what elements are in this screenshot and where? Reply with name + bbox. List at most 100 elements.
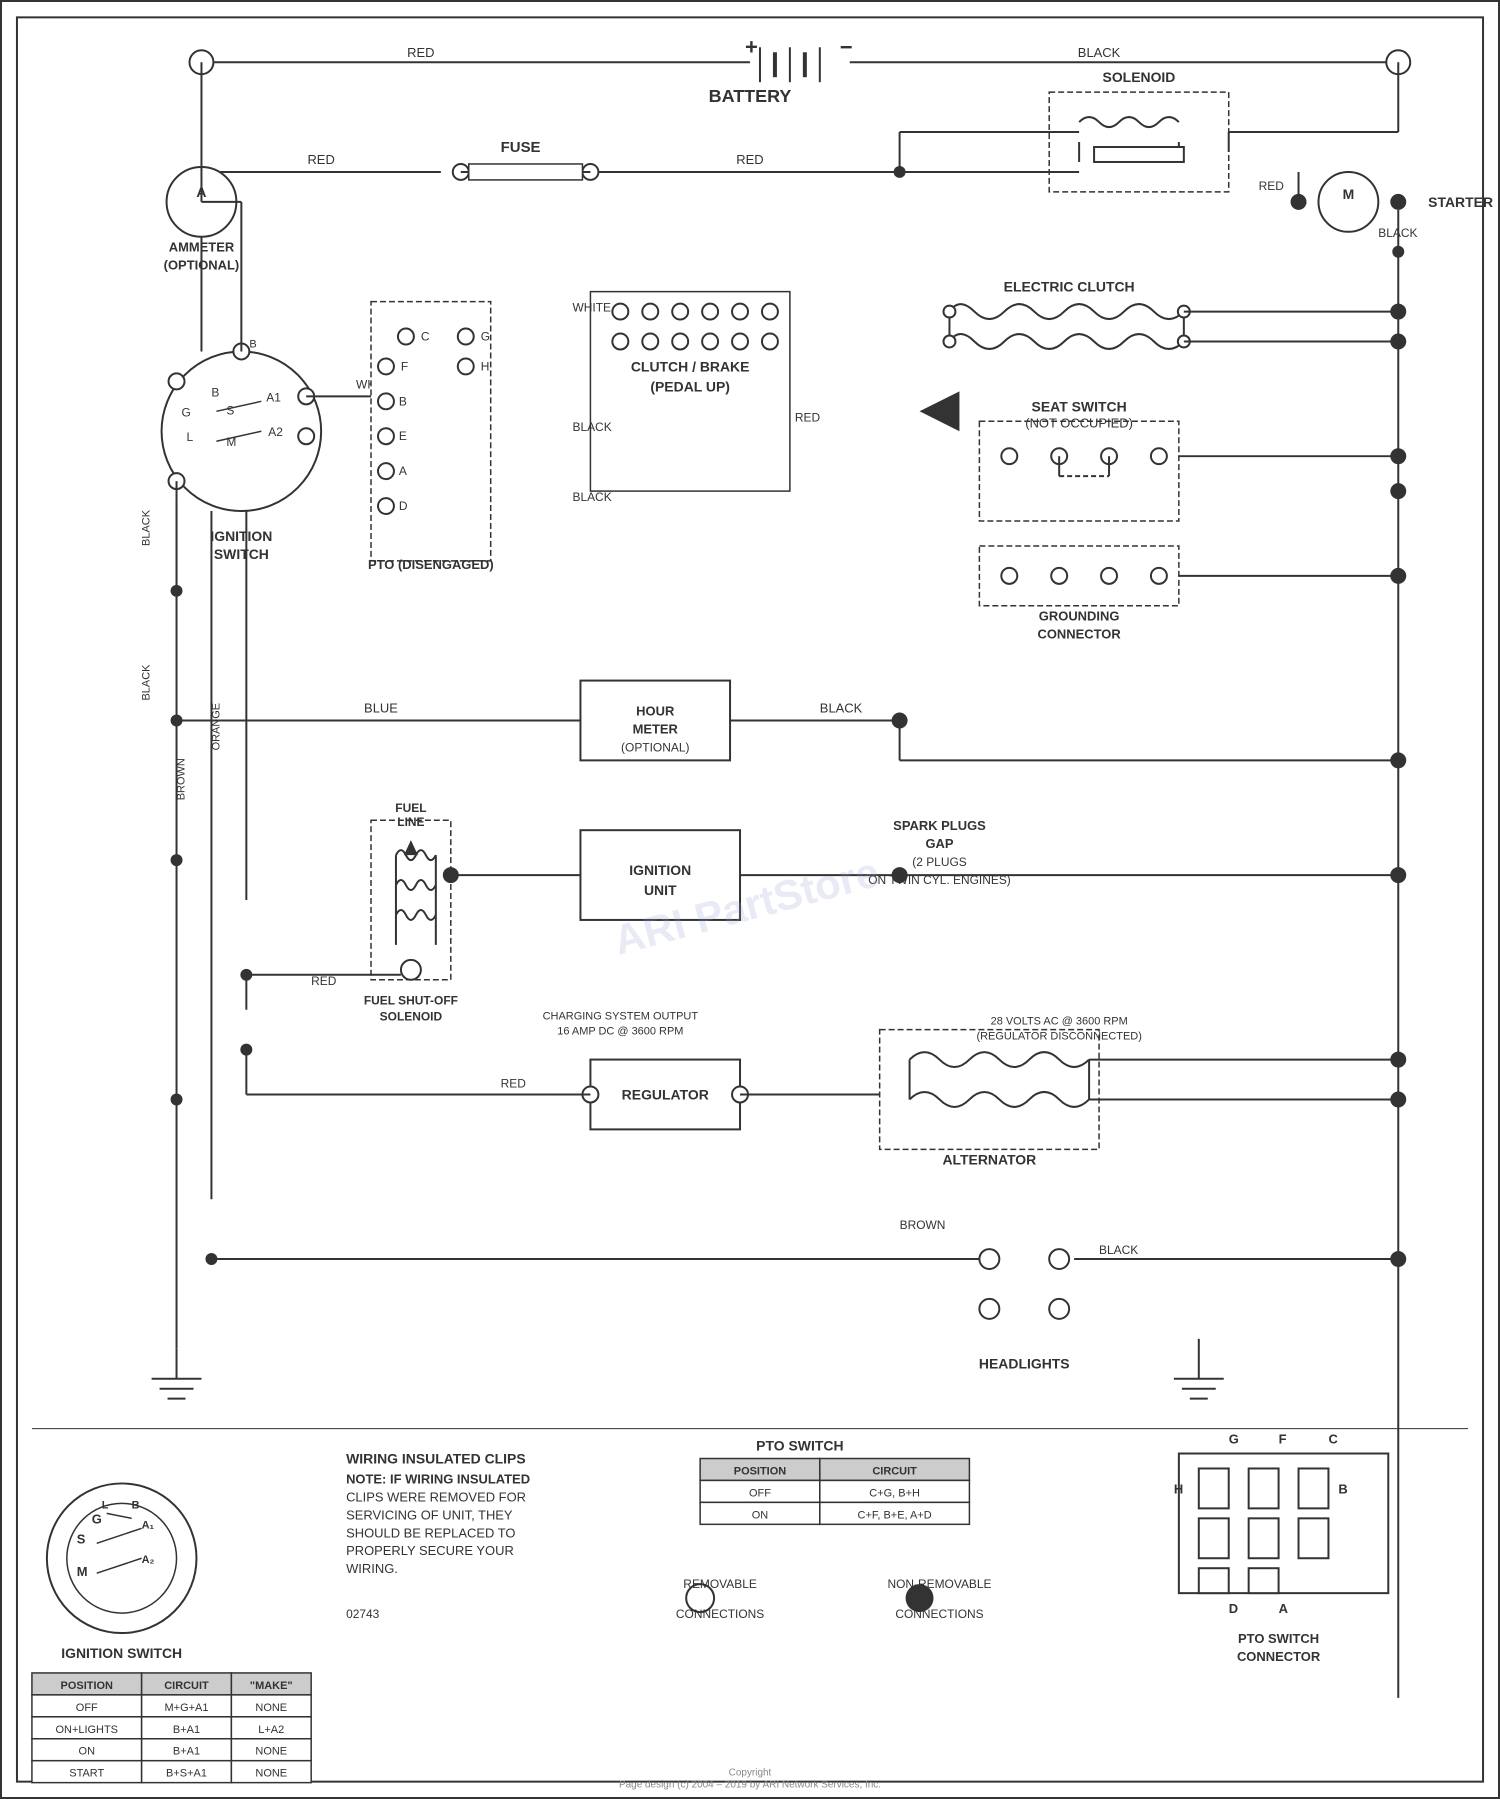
svg-text:Copyright: Copyright	[729, 1768, 772, 1779]
svg-text:STARTER: STARTER	[1428, 194, 1493, 210]
svg-text:GROUNDING: GROUNDING	[1039, 609, 1120, 624]
svg-text:ALTERNATOR: ALTERNATOR	[942, 1151, 1036, 1167]
svg-text:"MAKE": "MAKE"	[250, 1680, 293, 1692]
svg-text:CONNECTIONS: CONNECTIONS	[676, 1607, 764, 1621]
svg-text:B+S+A1: B+S+A1	[166, 1768, 207, 1780]
svg-text:IGNITION: IGNITION	[210, 528, 272, 544]
svg-text:(PEDAL UP): (PEDAL UP)	[650, 378, 730, 394]
svg-text:C+G, B+H: C+G, B+H	[869, 1487, 920, 1499]
svg-text:G: G	[92, 1511, 102, 1526]
svg-text:G: G	[182, 405, 191, 419]
svg-text:BROWN: BROWN	[900, 1218, 946, 1232]
svg-text:NON-REMOVABLE: NON-REMOVABLE	[887, 1577, 991, 1591]
svg-text:B+A1: B+A1	[173, 1746, 200, 1758]
svg-text:−: −	[840, 34, 853, 59]
svg-text:M: M	[77, 1564, 88, 1579]
svg-text:NONE: NONE	[255, 1702, 287, 1714]
svg-text:S: S	[77, 1531, 86, 1546]
svg-text:REMOVABLE: REMOVABLE	[683, 1577, 757, 1591]
svg-text:B+A1: B+A1	[173, 1724, 200, 1736]
svg-text:H: H	[481, 359, 490, 373]
svg-text:METER: METER	[633, 721, 679, 736]
svg-text:GAP: GAP	[925, 836, 953, 851]
svg-text:A: A	[1279, 1601, 1289, 1616]
svg-text:ELECTRIC CLUTCH: ELECTRIC CLUTCH	[1004, 279, 1135, 295]
svg-text:FUSE: FUSE	[501, 139, 541, 156]
diagram-container: + − RED BLACK BATTERY SOLENOID	[0, 0, 1500, 1799]
svg-text:M+G+A1: M+G+A1	[165, 1702, 209, 1714]
svg-text:L+A2: L+A2	[258, 1724, 284, 1736]
svg-text:BATTERY: BATTERY	[709, 86, 792, 106]
svg-text:A₂: A₂	[142, 1554, 155, 1566]
svg-text:NOTE: IF WIRING INSULATED: NOTE: IF WIRING INSULATED	[346, 1471, 530, 1486]
svg-text:SEAT SWITCH: SEAT SWITCH	[1032, 398, 1127, 414]
svg-text:A: A	[399, 464, 407, 478]
svg-text:ON: ON	[79, 1746, 96, 1758]
svg-text:RED: RED	[407, 45, 434, 60]
svg-text:B: B	[399, 394, 407, 408]
svg-text:BLACK: BLACK	[141, 509, 153, 546]
svg-text:PROPERLY SECURE YOUR: PROPERLY SECURE YOUR	[346, 1543, 514, 1558]
svg-text:BLACK: BLACK	[141, 664, 153, 701]
svg-text:RED: RED	[307, 152, 334, 167]
svg-text:SOLENOID: SOLENOID	[380, 1010, 443, 1024]
svg-text:POSITION: POSITION	[734, 1465, 786, 1477]
svg-text:BROWN: BROWN	[176, 758, 188, 800]
svg-text:CLUTCH / BRAKE: CLUTCH / BRAKE	[631, 358, 750, 374]
svg-text:FUEL: FUEL	[395, 801, 426, 815]
svg-text:S: S	[226, 403, 234, 417]
svg-text:(NOT OCCUPIED): (NOT OCCUPIED)	[1025, 415, 1133, 430]
svg-text:BLUE: BLUE	[364, 700, 398, 715]
svg-text:C: C	[421, 329, 430, 343]
svg-text:FUEL SHUT-OFF: FUEL SHUT-OFF	[364, 994, 458, 1008]
svg-text:02743: 02743	[346, 1607, 380, 1621]
svg-text:RED: RED	[795, 410, 821, 424]
svg-text:LINE: LINE	[397, 815, 424, 829]
svg-text:G: G	[481, 329, 490, 343]
svg-text:ON: ON	[752, 1509, 769, 1521]
svg-text:BLACK: BLACK	[572, 420, 611, 434]
svg-text:ON+LIGHTS: ON+LIGHTS	[56, 1724, 118, 1736]
svg-text:C: C	[1328, 1432, 1337, 1447]
svg-text:IGNITION SWITCH: IGNITION SWITCH	[61, 1645, 182, 1661]
svg-text:CIRCUIT: CIRCUIT	[872, 1465, 917, 1477]
svg-text:(REGULATOR DISCONNECTED): (REGULATOR DISCONNECTED)	[976, 1031, 1141, 1043]
svg-text:Page design (c) 2004 – 2019 by: Page design (c) 2004 – 2019 by ARI Netwo…	[619, 1780, 881, 1791]
svg-text:+: +	[745, 34, 758, 59]
svg-text:REGULATOR: REGULATOR	[622, 1086, 709, 1102]
svg-text:A₁: A₁	[142, 1519, 155, 1531]
svg-text:B: B	[132, 1499, 140, 1511]
svg-text:RED: RED	[736, 152, 763, 167]
svg-text:M: M	[1343, 186, 1355, 202]
svg-text:OFF: OFF	[76, 1702, 98, 1714]
svg-text:NONE: NONE	[255, 1746, 287, 1758]
svg-text:C+F, B+E, A+D: C+F, B+E, A+D	[858, 1509, 932, 1521]
svg-text:RED: RED	[311, 974, 337, 988]
svg-text:B: B	[211, 385, 219, 399]
svg-text:PTO SWITCH: PTO SWITCH	[756, 1438, 843, 1454]
svg-text:BLACK: BLACK	[572, 490, 611, 504]
svg-text:PTO (DISENGAGED): PTO (DISENGAGED)	[368, 557, 494, 572]
svg-text:CONNECTOR: CONNECTOR	[1037, 627, 1121, 642]
svg-text:(OPTIONAL): (OPTIONAL)	[621, 740, 689, 754]
svg-text:NONE: NONE	[255, 1768, 287, 1780]
svg-text:CHARGING SYSTEM OUTPUT: CHARGING SYSTEM OUTPUT	[543, 1011, 699, 1023]
svg-text:SHOULD BE REPLACED TO: SHOULD BE REPLACED TO	[346, 1525, 515, 1540]
svg-text:CLIPS WERE REMOVED FOR: CLIPS WERE REMOVED FOR	[346, 1489, 526, 1504]
svg-text:L: L	[102, 1499, 109, 1511]
svg-text:(2 PLUGS: (2 PLUGS	[912, 855, 966, 869]
svg-text:UNIT: UNIT	[644, 882, 677, 898]
svg-text:B: B	[249, 338, 256, 350]
svg-text:ORANGE: ORANGE	[210, 703, 222, 751]
svg-text:BLACK: BLACK	[820, 700, 863, 715]
svg-text:BLACK: BLACK	[1099, 1243, 1138, 1257]
svg-text:SPARK PLUGS: SPARK PLUGS	[893, 818, 986, 833]
svg-text:D: D	[399, 499, 408, 513]
svg-text:G: G	[1229, 1432, 1239, 1447]
svg-text:IGNITION: IGNITION	[629, 862, 691, 878]
svg-text:WIRING.: WIRING.	[346, 1561, 398, 1576]
svg-text:D: D	[1229, 1601, 1238, 1616]
svg-text:CONNECTIONS: CONNECTIONS	[895, 1607, 983, 1621]
svg-text:E: E	[399, 429, 407, 443]
svg-text:A1: A1	[266, 390, 281, 404]
